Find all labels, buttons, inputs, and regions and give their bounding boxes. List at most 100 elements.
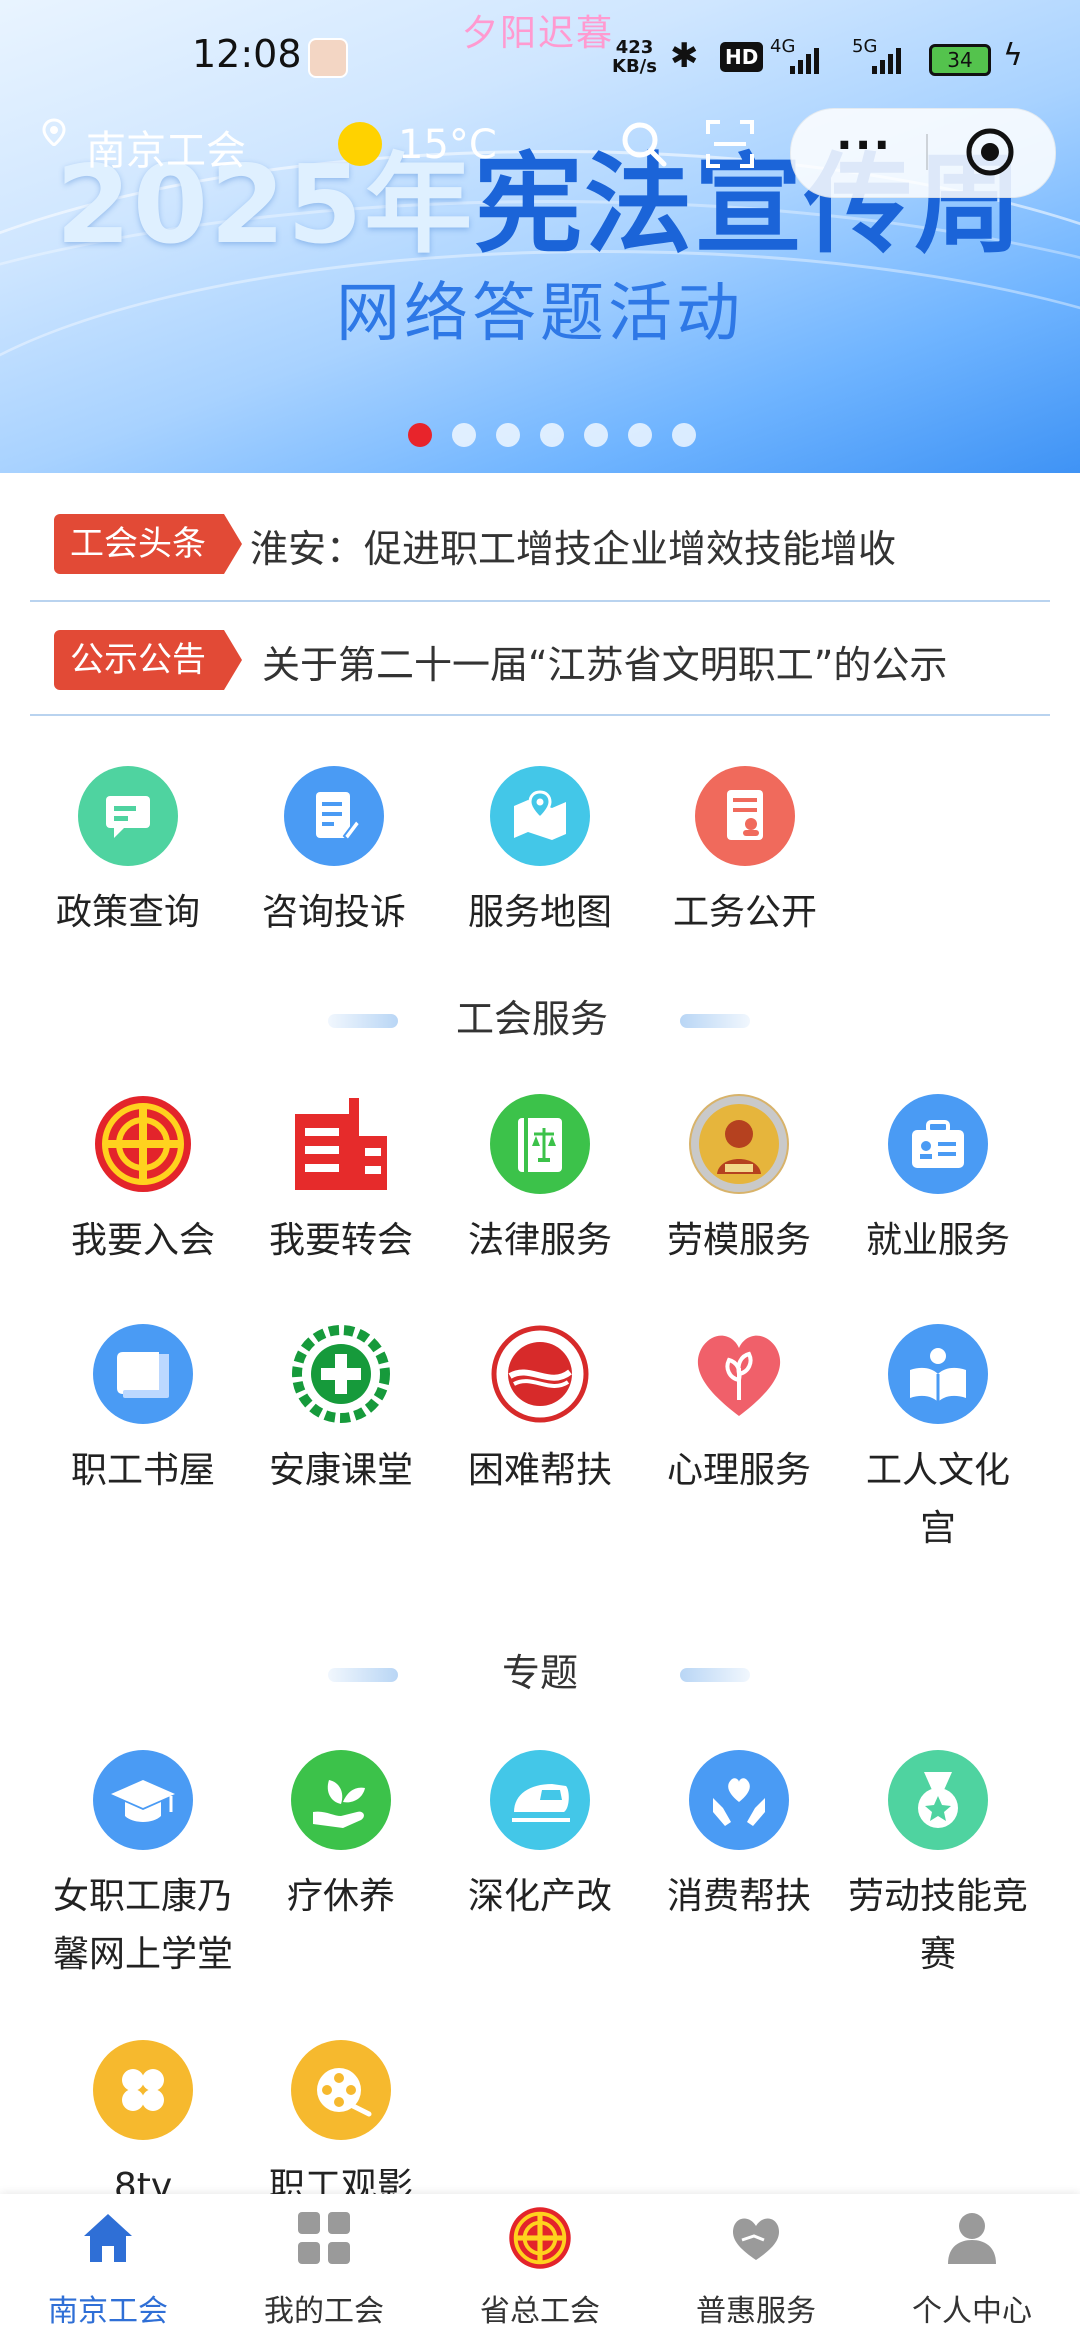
topic-women-school[interactable]: 女职工康乃馨网上学堂 (48, 1750, 238, 1984)
sun-icon (338, 122, 382, 166)
service-label: 心理服务 (666, 1450, 811, 1491)
service-label: 就业服务 (865, 1220, 1010, 1261)
status-time: 12:08 (192, 32, 302, 76)
building-icon (291, 1094, 391, 1194)
nav-profile[interactable]: 个人中心 (864, 2206, 1080, 2330)
topic-label: 疗休养 (286, 1876, 395, 1917)
nav-benefits[interactable]: 普惠服务 (648, 2206, 864, 2330)
reading-person-icon (888, 1324, 988, 1424)
service-ankang[interactable]: 安康课堂 (256, 1324, 426, 1500)
hd-voice-badge: HD (720, 42, 764, 72)
quick-link-policy[interactable]: 政策查询 (43, 766, 213, 942)
nav-label: 我的工会 (264, 2294, 384, 2329)
clover-icon (93, 2040, 193, 2140)
service-label: 我要入会 (70, 1220, 215, 1261)
medal-portrait-icon (689, 1094, 789, 1194)
nav-label: 南京工会 (48, 2294, 168, 2329)
briefcase-icon (888, 1094, 988, 1194)
union-emblem-icon (93, 1094, 193, 1194)
nav-province-union[interactable]: 省总工会 (432, 2206, 648, 2330)
news-divider (30, 714, 1050, 716)
service-bookhouse[interactable]: 职工书屋 (58, 1324, 228, 1500)
service-hardship[interactable]: 困难帮扶 (455, 1324, 625, 1500)
carousel-dot[interactable] (496, 423, 520, 447)
service-employment[interactable]: 就业服务 (853, 1094, 1023, 1270)
topic-8tv[interactable]: 8tv (58, 2040, 228, 2216)
section-decoration (680, 1014, 750, 1028)
service-label: 职工书屋 (70, 1450, 215, 1491)
temperature: 15°C (398, 122, 497, 168)
medal-star-icon (888, 1750, 988, 1850)
service-psychology[interactable]: 心理服务 (654, 1324, 824, 1500)
union-emblem-icon (509, 2207, 571, 2269)
section-decoration (328, 1014, 398, 1028)
scan-icon[interactable] (704, 118, 756, 170)
service-label: 安康课堂 (268, 1450, 413, 1491)
carousel-dot[interactable] (540, 423, 564, 447)
more-options-button[interactable]: ··· (836, 120, 892, 171)
battery-icon: 34 (929, 44, 991, 76)
service-culture-palace[interactable]: 工人文化宫 (853, 1324, 1023, 1558)
service-join-union[interactable]: 我要入会 (58, 1094, 228, 1270)
nav-my-union[interactable]: 我的工会 (216, 2206, 432, 2330)
close-target-icon[interactable] (964, 126, 1016, 178)
report-icon (695, 766, 795, 866)
topic-consumption-aid[interactable]: 消费帮扶 (654, 1750, 824, 1926)
service-legal[interactable]: 法律服务 (455, 1094, 625, 1270)
service-label: 法律服务 (467, 1220, 612, 1261)
leaf-hand-icon (291, 1750, 391, 1850)
mini-program-capsule (790, 108, 1056, 198)
health-cross-icon (291, 1324, 391, 1424)
topic-label: 劳动技能竞赛 (847, 1876, 1028, 1975)
signal-1-icon (790, 44, 819, 74)
section-title-services: 工会服务 (456, 997, 609, 1041)
service-transfer-union[interactable]: 我要转会 (256, 1094, 426, 1270)
banner-carousel[interactable]: 2025年宪法宣传周 网络答题活动 (0, 0, 1080, 473)
carousel-dot[interactable] (628, 423, 652, 447)
news-notice-text[interactable]: 关于第二十一届“江苏省文明职工”的公示 (262, 634, 1062, 689)
topic-movies[interactable]: 职工观影 (256, 2040, 426, 2216)
law-book-icon (490, 1094, 590, 1194)
film-reel-icon (291, 2040, 391, 2140)
heart-hand-icon (732, 2218, 780, 2260)
quick-link-affairs[interactable]: 工务公开 (660, 766, 830, 942)
quick-link-map[interactable]: 服务地图 (455, 766, 625, 942)
news-headline-text[interactable]: 淮安：促进职工增技企业增效技能增收 (250, 518, 1050, 573)
carousel-dot[interactable] (408, 423, 432, 447)
topic-label: 女职工康乃馨网上学堂 (52, 1876, 233, 1975)
quick-link-complaint[interactable]: 咨询投诉 (249, 766, 419, 942)
home-icon (84, 2214, 132, 2262)
status-center-text: 夕阳迟暮 (462, 13, 615, 54)
quick-link-label: 工务公开 (672, 892, 817, 933)
nav-label: 普惠服务 (696, 2294, 816, 2329)
topic-reform[interactable]: 深化产改 (455, 1750, 625, 1926)
location-label[interactable]: 南京工会 (86, 118, 246, 176)
topic-skill-contest[interactable]: 劳动技能竞赛 (838, 1750, 1038, 1984)
person-icon (948, 2213, 996, 2264)
document-edit-icon (284, 766, 384, 866)
news-divider (30, 600, 1050, 602)
service-label: 工人文化宫 (865, 1450, 1010, 1549)
carousel-dot[interactable] (452, 423, 476, 447)
carousel-dot[interactable] (584, 423, 608, 447)
nav-label: 个人中心 (912, 2294, 1032, 2329)
notification-avatar-icon (308, 38, 348, 78)
news-tag-notice: 公示公告 (54, 630, 242, 690)
charging-icon: ϟ (1003, 38, 1023, 73)
search-icon[interactable] (618, 118, 670, 170)
banner-subtitle: 网络答题活动 (336, 277, 744, 351)
quick-link-label: 政策查询 (55, 892, 200, 933)
news-tag-headline: 工会头条 (54, 514, 242, 574)
section-decoration (328, 1668, 398, 1682)
location-pin-icon[interactable] (40, 118, 68, 146)
capsule-divider (926, 134, 928, 170)
train-icon (490, 1750, 590, 1850)
topic-label: 消费帮扶 (666, 1876, 811, 1917)
topic-recuperation[interactable]: 疗休养 (256, 1750, 426, 1926)
carousel-dot[interactable] (672, 423, 696, 447)
assistance-emblem-icon (490, 1324, 590, 1424)
battery-level: 34 (947, 48, 973, 72)
signal-2-icon (872, 44, 901, 74)
service-model-worker[interactable]: 劳模服务 (654, 1094, 824, 1270)
nav-nanjing-union[interactable]: 南京工会 (0, 2206, 216, 2330)
